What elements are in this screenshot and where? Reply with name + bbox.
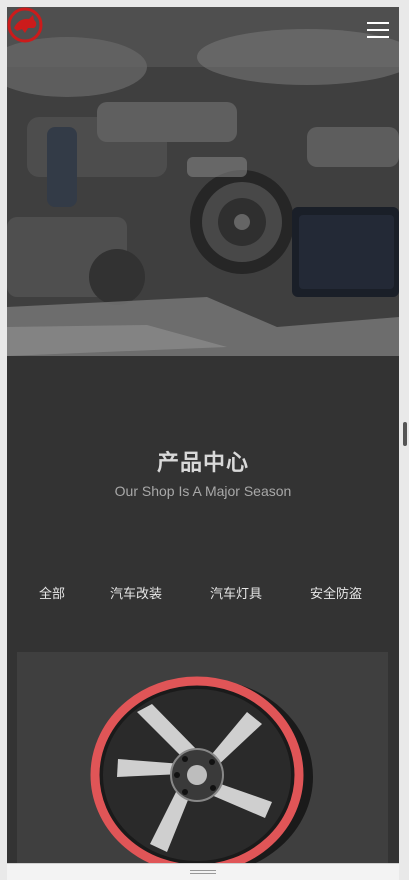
engine-photo (7, 7, 399, 356)
page-frame: 产品中心 Our Shop Is A Major Season 全部 汽车改装 … (7, 7, 399, 863)
hero-banner (7, 7, 399, 356)
drag-handle-icon[interactable] (190, 870, 216, 876)
horse-logo-icon[interactable] (7, 7, 43, 43)
product-card[interactable] (17, 652, 388, 863)
section-title: 产品中心 (156, 451, 249, 476)
category-tab-lighting[interactable]: 汽车灯具 (210, 583, 262, 602)
category-tab-all[interactable]: 全部 (39, 583, 65, 602)
scrollbar-thumb[interactable] (403, 422, 407, 446)
alloy-wheel-image (90, 676, 313, 863)
hamburger-menu-icon[interactable] (367, 22, 389, 40)
category-tab-modification[interactable]: 汽车改装 (110, 583, 162, 602)
bottom-toolbar (7, 863, 399, 880)
section-subtitle: Our Shop Is A Major Season (114, 483, 292, 499)
category-tabs: 全部 汽车改装 汽车灯具 安全防盗 (7, 583, 399, 603)
category-tab-security[interactable]: 安全防盗 (310, 583, 362, 602)
